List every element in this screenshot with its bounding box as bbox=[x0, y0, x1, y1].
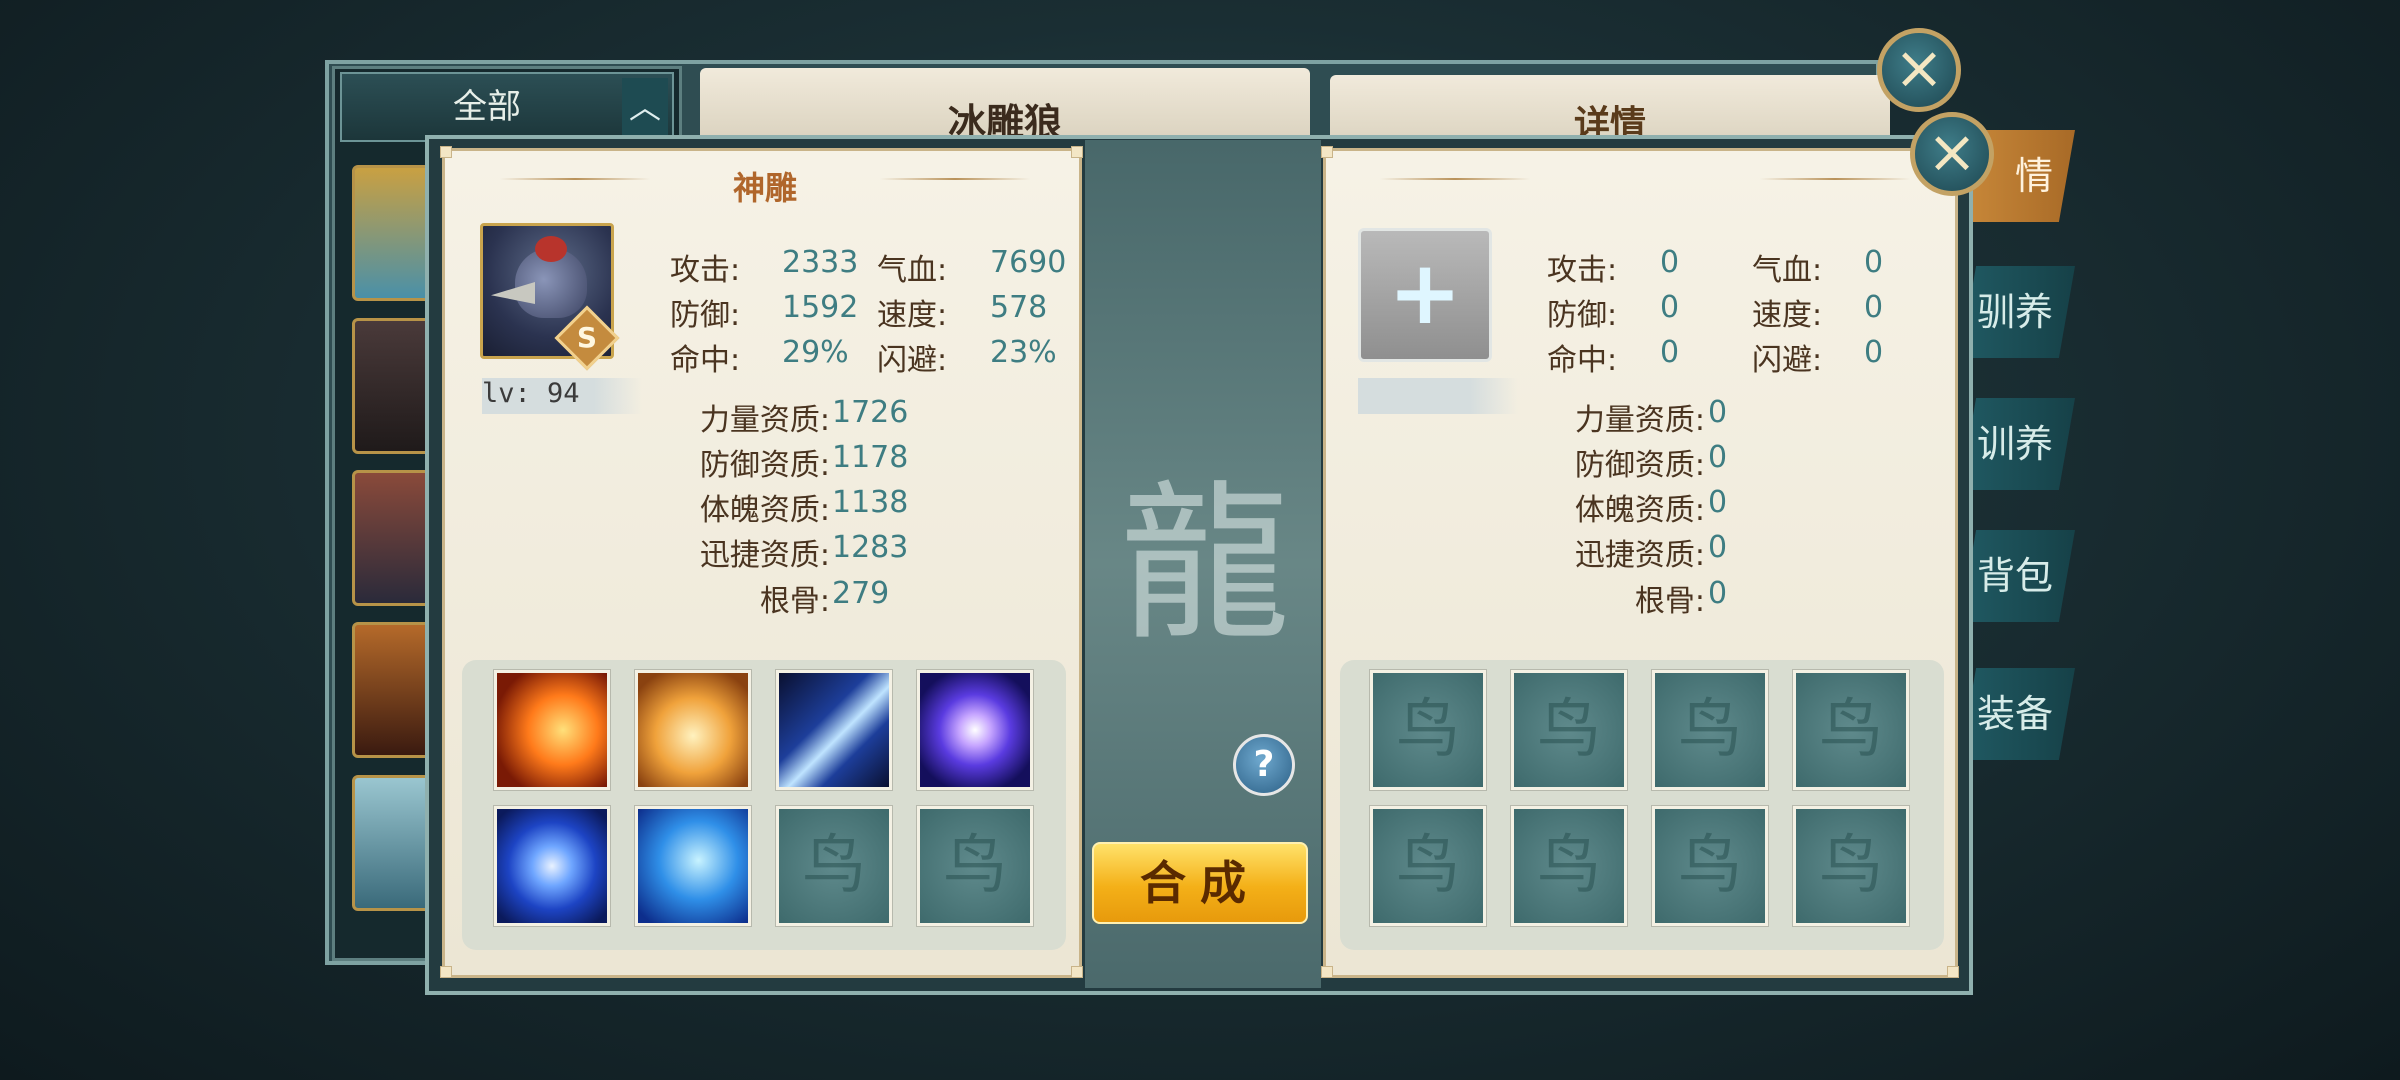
aptitude-value: 0 bbox=[1708, 576, 1728, 611]
empty-skill-slot[interactable]: 鸟 bbox=[1793, 670, 1909, 790]
aptitude-value: 0 bbox=[1708, 485, 1728, 520]
add-pet-button[interactable]: + bbox=[1358, 228, 1492, 362]
bird-emblem-icon: 鸟 bbox=[943, 829, 1007, 903]
aptitude-value: 1138 bbox=[832, 485, 909, 520]
stat-value: 0 bbox=[1660, 245, 1680, 280]
aptitude-value: 279 bbox=[832, 576, 890, 611]
empty-skill-slot[interactable]: 鸟 bbox=[1370, 806, 1486, 926]
aptitude-label: 迅捷资质: bbox=[699, 538, 830, 573]
grade-letter: S bbox=[576, 321, 598, 354]
ice-claw-icon[interactable] bbox=[776, 670, 892, 790]
aptitude-value: 1283 bbox=[832, 530, 909, 565]
stat-value: 0 bbox=[1864, 335, 1884, 370]
empty-skill-slot[interactable]: 鸟 bbox=[1511, 670, 1627, 790]
corner-ornament bbox=[1947, 966, 1959, 978]
empty-skill-slot[interactable]: 鸟 bbox=[917, 806, 1033, 926]
merge-button[interactable]: 合成 bbox=[1092, 842, 1308, 924]
left-pet-title: 神雕 bbox=[732, 169, 797, 207]
stat-value: 23% bbox=[990, 335, 1057, 370]
pet-level: lv: 94 bbox=[482, 378, 580, 409]
aptitude-label: 体魄资质: bbox=[699, 493, 830, 528]
stat-label: 速度: bbox=[1752, 298, 1823, 333]
stat-label: 防御: bbox=[1547, 298, 1618, 333]
bird-emblem-icon: 鸟 bbox=[1396, 693, 1460, 767]
aptitude-label: 迅捷资质: bbox=[1574, 538, 1705, 573]
aptitude-label: 力量资质: bbox=[699, 403, 830, 438]
empty-skill-slot[interactable]: 鸟 bbox=[1511, 806, 1627, 926]
stat-label: 气血: bbox=[877, 253, 948, 288]
bird-emblem-icon: 鸟 bbox=[1678, 829, 1742, 903]
list-filter-label: 全部 bbox=[453, 87, 521, 127]
vortex-icon[interactable] bbox=[494, 806, 610, 926]
header-ornament bbox=[1380, 178, 1530, 180]
stat-value: 578 bbox=[990, 290, 1048, 325]
background-close-icon[interactable]: × bbox=[1877, 28, 1961, 112]
corner-ornament bbox=[1071, 966, 1083, 978]
aptitude-value: 0 bbox=[1708, 440, 1728, 475]
level-strip bbox=[1358, 378, 1518, 414]
empty-skill-slot[interactable]: 鸟 bbox=[1652, 670, 1768, 790]
stat-value: 29% bbox=[782, 335, 849, 370]
beak-icon bbox=[491, 282, 535, 304]
tab-bag[interactable]: 背包 bbox=[1960, 530, 2075, 622]
bird-emblem-icon: 鸟 bbox=[1819, 829, 1883, 903]
bird-emblem-icon: 鸟 bbox=[1537, 693, 1601, 767]
flame-lion-icon[interactable] bbox=[635, 670, 751, 790]
stat-label: 攻击: bbox=[670, 253, 741, 288]
corner-ornament bbox=[1321, 146, 1333, 158]
chevron-up-icon[interactable]: ︿ bbox=[622, 78, 668, 136]
stat-value: 7690 bbox=[990, 245, 1067, 280]
stat-label: 气血: bbox=[1752, 253, 1823, 288]
stat-label: 攻击: bbox=[1547, 253, 1618, 288]
bird-emblem-icon: 鸟 bbox=[1537, 829, 1601, 903]
aptitude-label: 根骨: bbox=[759, 584, 830, 619]
bird-emblem-icon: 鸟 bbox=[802, 829, 866, 903]
bird-emblem-icon: 鸟 bbox=[1678, 693, 1742, 767]
stat-label: 闪避: bbox=[877, 343, 948, 378]
aptitude-label: 防御资质: bbox=[699, 448, 830, 483]
stat-value: 0 bbox=[1864, 245, 1884, 280]
dragon-emblem-icon: 龍 bbox=[1119, 466, 1290, 664]
corner-ornament bbox=[1321, 966, 1333, 978]
bird-emblem-icon: 鸟 bbox=[1396, 829, 1460, 903]
aptitude-label: 防御资质: bbox=[1574, 448, 1705, 483]
aptitude-value: 0 bbox=[1708, 530, 1728, 565]
close-icon[interactable]: × bbox=[1910, 112, 1994, 196]
stat-value: 2333 bbox=[782, 245, 859, 280]
empty-skill-slot[interactable]: 鸟 bbox=[776, 806, 892, 926]
stat-value: 1592 bbox=[782, 290, 859, 325]
aptitude-label: 体魄资质: bbox=[1574, 493, 1705, 528]
stat-label: 命中: bbox=[1547, 343, 1618, 378]
tab-train[interactable]: 训养 bbox=[1960, 398, 2075, 490]
stat-label: 闪避: bbox=[1752, 343, 1823, 378]
frost-beast-icon[interactable] bbox=[635, 806, 751, 926]
fire-phoenix-icon[interactable] bbox=[494, 670, 610, 790]
stat-value: 0 bbox=[1660, 290, 1680, 325]
crest-icon bbox=[535, 236, 567, 262]
aptitude-value: 0 bbox=[1708, 395, 1728, 430]
stat-label: 防御: bbox=[670, 298, 741, 333]
tab-raise[interactable]: 驯养 bbox=[1960, 266, 2075, 358]
empty-skill-slot[interactable]: 鸟 bbox=[1652, 806, 1768, 926]
stat-value: 0 bbox=[1864, 290, 1884, 325]
stat-label: 速度: bbox=[877, 298, 948, 333]
aptitude-value: 1178 bbox=[832, 440, 909, 475]
header-ornament bbox=[500, 178, 650, 180]
corner-ornament bbox=[440, 966, 452, 978]
header-ornament bbox=[1760, 178, 1910, 180]
aptitude-label: 根骨: bbox=[1634, 584, 1705, 619]
help-button[interactable]: ? bbox=[1233, 734, 1295, 796]
corner-ornament bbox=[440, 146, 452, 158]
stat-label: 命中: bbox=[670, 343, 741, 378]
corner-ornament bbox=[1071, 146, 1083, 158]
bird-emblem-icon: 鸟 bbox=[1819, 693, 1883, 767]
stat-value: 0 bbox=[1660, 335, 1680, 370]
empty-skill-slot[interactable]: 鸟 bbox=[1793, 806, 1909, 926]
tab-equip[interactable]: 装备 bbox=[1960, 668, 2075, 760]
header-ornament bbox=[880, 178, 1030, 180]
void-orb-icon[interactable] bbox=[917, 670, 1033, 790]
aptitude-value: 1726 bbox=[832, 395, 909, 430]
aptitude-label: 力量资质: bbox=[1574, 403, 1705, 438]
empty-skill-slot[interactable]: 鸟 bbox=[1370, 670, 1486, 790]
